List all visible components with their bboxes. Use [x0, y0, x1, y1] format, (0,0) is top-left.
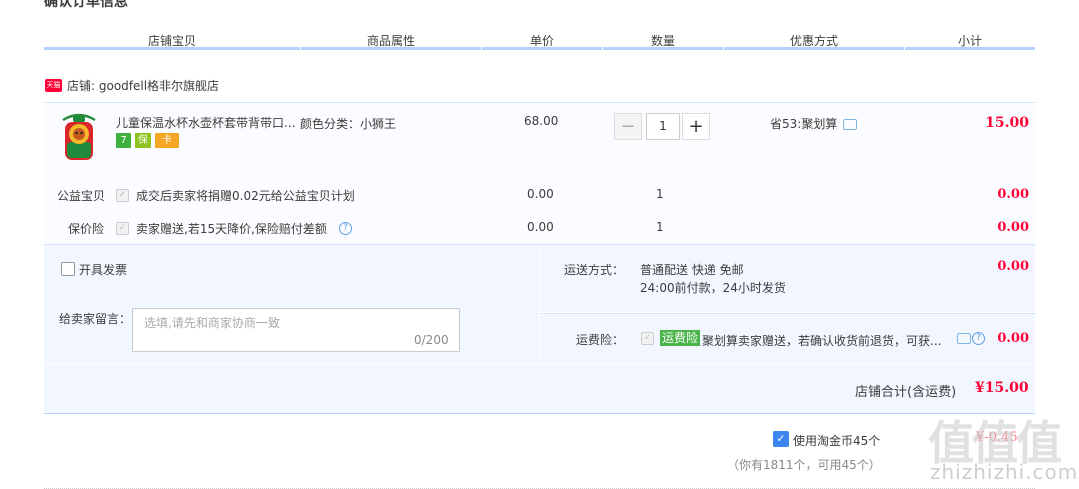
credit-card-icon[interactable]: 卡 [155, 133, 179, 148]
shop-total-value: ¥15.00 [975, 380, 1029, 396]
charity-label: 公益宝贝 [57, 189, 106, 203]
product-attribute: 颜色分类：小狮王 [300, 117, 397, 131]
charity-checkbox: ✓ [116, 189, 129, 202]
shop-name-link[interactable]: 店铺: goodfell格非尔旗舰店 [67, 77, 219, 94]
comment-icon[interactable] [957, 333, 971, 344]
column-header: 店铺宝贝 商品属性 单价 数量 优惠方式 小计 [44, 27, 1035, 50]
product-thumbnail[interactable] [53, 112, 105, 164]
product-title-link[interactable]: 儿童保温水杯水壶杯套带背带口... [116, 114, 295, 131]
quantity-decrease-button[interactable]: − [614, 113, 642, 140]
item-subtotal: 15.00 [985, 115, 1029, 131]
price-protect-checkbox: ✓ [116, 222, 129, 235]
quantity-input[interactable]: 1 [646, 113, 680, 140]
col-quantity: 数量 [650, 34, 675, 48]
section-title: 确认订单信息 [44, 0, 128, 10]
price-protect-label: 保价险 [68, 222, 105, 236]
charity-text: 成交后卖家将捐赠0.02元给公益宝贝计划 [136, 189, 355, 203]
shipping-method-label: 运送方式： [564, 263, 625, 277]
price-protect-subtotal: 0.00 [997, 220, 1029, 235]
taojinbi-checkbox[interactable]: ✓ [773, 431, 789, 447]
shipping-method: 普通配送 快递 免邮 [640, 263, 744, 277]
unit-price: 68.00 [524, 114, 559, 128]
invoice-checkbox[interactable] [61, 262, 75, 276]
help-icon[interactable]: ? [972, 332, 985, 345]
col-subtotal: 小计 [957, 34, 982, 48]
taojinbi-note: （你有1811个，可用45个） [727, 458, 881, 472]
ship-insurance-label: 运费险： [576, 333, 625, 347]
watermark-url: zhizhizhi.com [930, 460, 1079, 484]
col-shop-item: 店铺宝贝 [147, 34, 196, 48]
comment-icon[interactable] [843, 119, 857, 130]
col-unit-price: 单价 [529, 34, 554, 48]
col-attribute: 商品属性 [366, 34, 415, 48]
charity-subtotal: 0.00 [997, 187, 1029, 202]
ship-insurance-text: 聚划算卖家赠送，若确认收货前退货，可获... [702, 334, 942, 348]
seven-day-return-icon[interactable]: 7 [116, 133, 131, 148]
ship-insurance-fee: 0.00 [997, 331, 1029, 346]
shipping-panel [540, 244, 1035, 312]
ship-insurance-checkbox: ✓ [641, 332, 654, 345]
shipping-fee: 0.00 [997, 259, 1029, 274]
ship-insurance-tag: 运费险 [660, 330, 701, 346]
invoice-label[interactable]: 开具发票 [79, 261, 127, 278]
price-protect-price: 0.00 [527, 220, 554, 234]
shop-total-label: 店铺合计(含运费) [855, 385, 957, 400]
memo-placeholder: 选填,请先和商家协商一致 [144, 316, 280, 330]
price-protect-text: 卖家赠送,若15天降价,保险赔付差额 [136, 222, 327, 236]
shipping-time: 24:00前付款，24小时发货 [640, 281, 786, 295]
help-icon[interactable]: ? [339, 222, 352, 235]
memo-char-count: 0/200 [414, 333, 449, 347]
quantity-increase-button[interactable]: + [682, 113, 710, 140]
tmall-icon: 天猫 [45, 79, 62, 92]
memo-label: 给卖家留言： [59, 312, 132, 326]
discount-text: 省53:聚划算 [770, 117, 838, 131]
col-discount: 优惠方式 [789, 34, 838, 48]
taojinbi-label[interactable]: 使用淘金币45个 [793, 432, 880, 449]
guarantee-icon[interactable]: 保 [135, 133, 151, 148]
charity-price: 0.00 [527, 187, 554, 201]
charity-qty: 1 [656, 187, 664, 201]
price-protect-qty: 1 [656, 220, 664, 234]
